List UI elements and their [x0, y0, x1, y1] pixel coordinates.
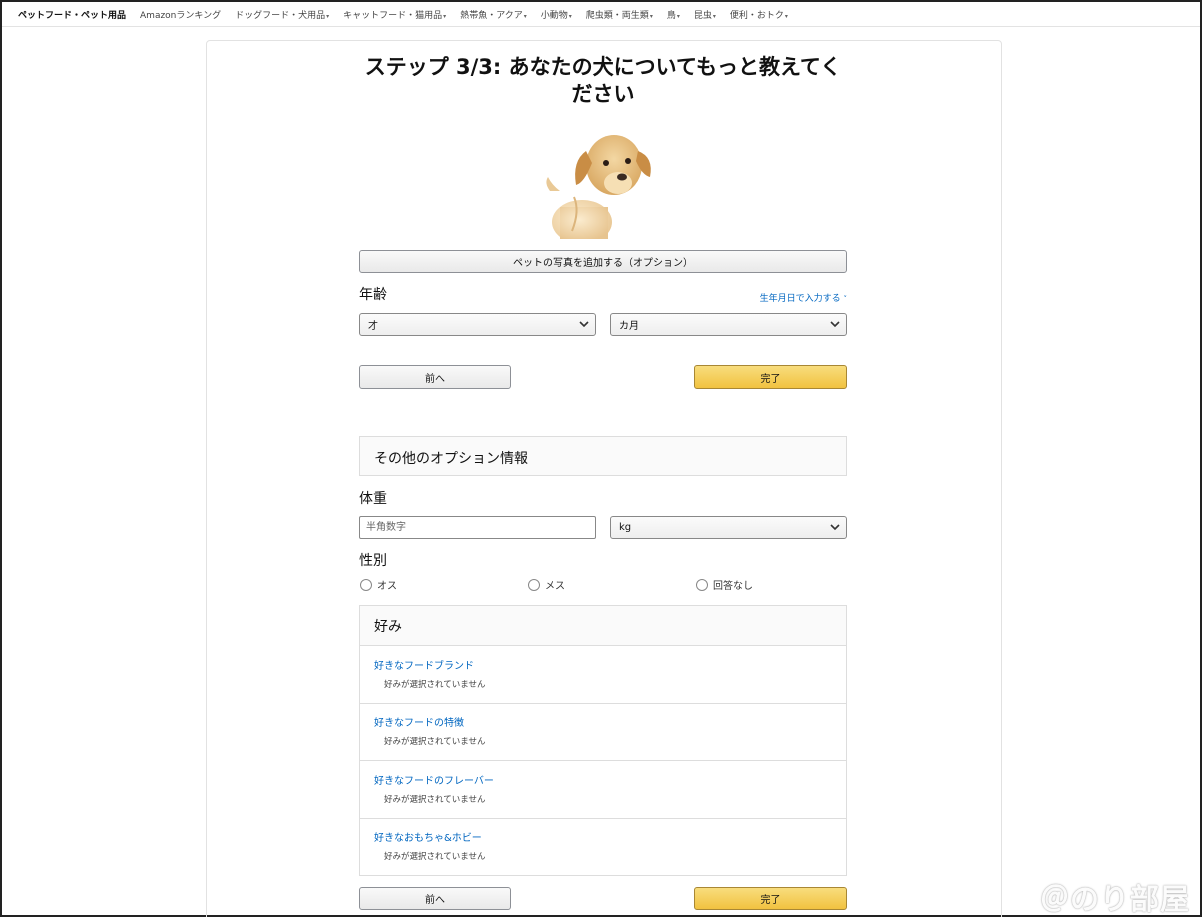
- chevron-down-icon: [830, 524, 840, 531]
- watermark: ＠のり部屋: [1039, 882, 1190, 916]
- nav-item-small-animals[interactable]: 小動物▾: [541, 8, 572, 21]
- weight-unit-value: kg: [619, 522, 632, 533]
- nav-item-dog[interactable]: ドッグフード・犬用品▾: [235, 8, 329, 21]
- caret-down-icon: ▾: [649, 12, 653, 20]
- done-button-bottom[interactable]: 完了: [694, 887, 847, 910]
- nav-item-birds[interactable]: 鳥▾: [667, 8, 680, 21]
- prev-button[interactable]: 前へ: [359, 365, 511, 389]
- preferences-title: 好み: [374, 619, 402, 635]
- age-years-select[interactable]: 才: [359, 313, 596, 336]
- caret-down-icon: ▾: [326, 12, 330, 20]
- nav-item-label: 爬虫類・両生類: [585, 10, 649, 21]
- gender-option-label: オス: [377, 581, 397, 592]
- nav-item-aqua[interactable]: 熱帯魚・アクア▾: [460, 8, 527, 21]
- weight-label: 体重: [359, 491, 387, 507]
- optional-info-title: その他のオプション情報: [374, 451, 528, 467]
- radio-circle-icon: [528, 578, 540, 591]
- nav-item-label: 便利・おトク: [729, 10, 784, 21]
- page-title: ステップ 3/3: あなたの犬についてもっと教えてください: [364, 55, 842, 106]
- preference-link-brand[interactable]: 好きなフードブランド: [374, 657, 474, 672]
- nav-item-deals[interactable]: 便利・おトク▾: [730, 8, 788, 21]
- chevron-down-icon: [830, 321, 840, 328]
- done-button[interactable]: 完了: [694, 365, 847, 389]
- nav-item-label: 鳥: [666, 10, 676, 21]
- caret-down-icon: ▾: [443, 12, 447, 20]
- top-nav: ペットフード・ペット用品 Amazonランキング ドッグフード・犬用品▾ キャッ…: [2, 2, 1200, 27]
- nav-brand[interactable]: ペットフード・ペット用品: [18, 8, 126, 21]
- preference-row-toys: 好きなおもちゃ&ホビー 好みが選択されていません: [359, 818, 847, 876]
- age-months-select[interactable]: カ月: [610, 313, 847, 336]
- optional-info-header: その他のオプション情報: [359, 436, 847, 476]
- nav-item-label: キャットフード・猫用品: [343, 10, 443, 21]
- gender-radio-female[interactable]: メス: [528, 577, 565, 592]
- age-years-value: 才: [368, 321, 378, 332]
- caret-down-icon: ▾: [676, 12, 680, 20]
- preference-status: 好みが選択されていません: [384, 852, 486, 862]
- preference-link-toys[interactable]: 好きなおもちゃ&ホビー: [374, 829, 482, 844]
- preference-status: 好みが選択されていません: [384, 680, 486, 690]
- gender-option-label: メス: [545, 581, 565, 592]
- caret-down-icon: ▾: [568, 12, 572, 20]
- nav-item-label: 小動物: [540, 10, 568, 21]
- preference-status: 好みが選択されていません: [384, 795, 486, 805]
- nav-item-label: 昆虫: [693, 10, 712, 21]
- add-photo-label: ペットの写真を追加する（オプション）: [513, 258, 693, 269]
- nav-item-label: 熱帯魚・アクア: [460, 10, 523, 21]
- prev-button-bottom[interactable]: 前へ: [359, 887, 511, 910]
- weight-input[interactable]: [359, 516, 596, 539]
- weight-unit-select[interactable]: kg: [610, 516, 847, 539]
- radio-circle-icon: [696, 578, 708, 591]
- caret-down-icon: ▾: [712, 12, 716, 20]
- add-photo-button[interactable]: ペットの写真を追加する（オプション）: [359, 250, 847, 273]
- preference-link-features[interactable]: 好きなフードの特徴: [374, 714, 464, 729]
- nav-item-ranking[interactable]: Amazonランキング: [140, 8, 221, 21]
- preference-row-features: 好きなフードの特徴 好みが選択されていません: [359, 703, 847, 761]
- nav-item-label: ドッグフード・犬用品: [235, 10, 326, 21]
- caret-down-icon: ▾: [784, 12, 788, 20]
- gender-option-label: 回答なし: [713, 581, 753, 592]
- chevron-down-icon: ˅: [843, 295, 848, 303]
- dog-photo: [546, 135, 651, 239]
- gender-radio-male[interactable]: オス: [360, 577, 397, 592]
- radio-circle-icon: [360, 578, 372, 591]
- preference-row-flavor: 好きなフードのフレーバー 好みが選択されていません: [359, 761, 847, 819]
- prev-button-label: 前へ: [425, 895, 445, 906]
- preferences-header: 好み: [359, 605, 847, 646]
- preference-link-flavor[interactable]: 好きなフードのフレーバー: [374, 772, 494, 787]
- gender-label: 性別: [359, 553, 387, 569]
- prev-button-label: 前へ: [425, 373, 445, 385]
- age-months-value: カ月: [619, 321, 639, 332]
- nav-item-label: Amazonランキング: [140, 10, 222, 21]
- preference-status: 好みが選択されていません: [384, 737, 486, 747]
- age-label: 年齢: [359, 287, 387, 303]
- caret-down-icon: ▾: [523, 12, 527, 20]
- nav-item-cat[interactable]: キャットフード・猫用品▾: [343, 8, 446, 21]
- preference-row-brand: 好きなフードブランド 好みが選択されていません: [359, 646, 847, 704]
- nav-item-reptiles[interactable]: 爬虫類・両生類▾: [586, 8, 653, 21]
- nav-item-insects[interactable]: 昆虫▾: [694, 8, 716, 21]
- dob-link-label: 生年月日で入力する: [759, 294, 841, 304]
- done-button-label: 完了: [760, 373, 781, 385]
- chevron-down-icon: [579, 321, 589, 328]
- dob-link[interactable]: 生年月日で入力する ˅: [742, 291, 847, 304]
- done-button-label: 完了: [760, 895, 781, 906]
- gender-radio-none[interactable]: 回答なし: [696, 577, 753, 592]
